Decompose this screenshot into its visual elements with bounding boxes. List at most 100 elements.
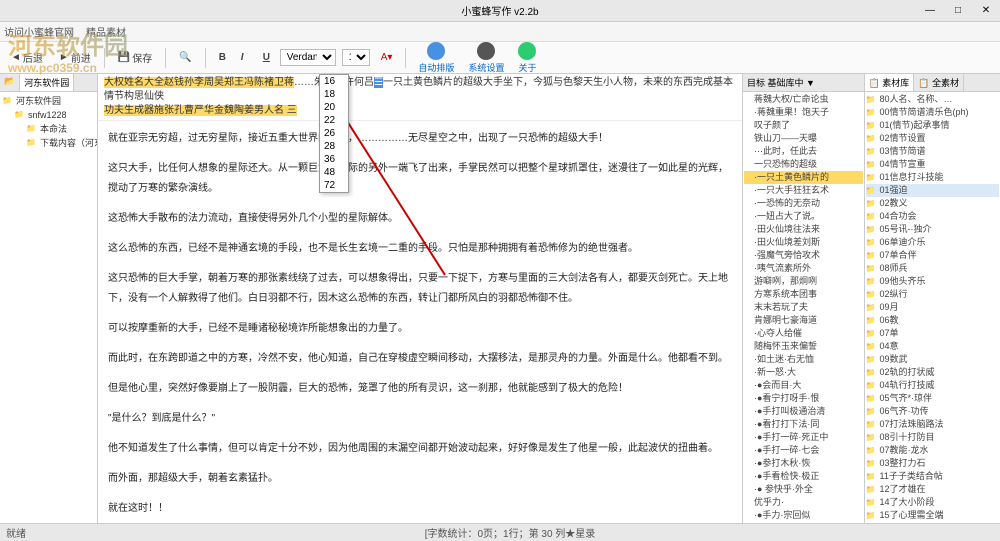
tab-all-material[interactable]: 📋 全素材: [914, 74, 964, 91]
settings-button[interactable]: 系统设置: [464, 40, 508, 76]
font-size-option[interactable]: 16: [320, 75, 348, 88]
material-folder[interactable]: 04合功会: [866, 210, 999, 223]
outline-item[interactable]: ·一恐怖的无奈动: [744, 197, 863, 210]
outline-item[interactable]: 方寒系统本团事: [744, 288, 863, 301]
font-color-button[interactable]: A▾: [376, 47, 398, 68]
material-folder[interactable]: 04意: [866, 340, 999, 353]
material-folder[interactable]: 07教能·龙水: [866, 444, 999, 457]
outline-item[interactable]: ·● 参快乎·外全: [744, 483, 863, 496]
outline-item[interactable]: 一只恐怖的超级: [744, 158, 863, 171]
outline-item[interactable]: ·●手力·宗回似: [744, 509, 863, 522]
outline-item[interactable]: ·●手看检快·极正: [744, 470, 863, 483]
material-folder[interactable]: 03整打力石: [866, 457, 999, 470]
outline-item[interactable]: 优乎力·: [744, 496, 863, 509]
tree-node[interactable]: 下载内容（河东软件: [26, 136, 95, 150]
outline-item[interactable]: ·心夺人给催: [744, 327, 863, 340]
material-folder[interactable]: 01强迫: [866, 184, 999, 197]
forward-button[interactable]: ►前进: [54, 45, 96, 70]
outline-item[interactable]: 肯娜明七豪海道: [744, 314, 863, 327]
underline-button[interactable]: U: [258, 47, 274, 68]
font-size-option[interactable]: 72: [320, 179, 348, 192]
material-folder[interactable]: 09数武: [866, 353, 999, 366]
tree-node[interactable]: snfw1228: [14, 108, 95, 122]
font-size-option[interactable]: 22: [320, 114, 348, 127]
material-folder[interactable]: 15了心理需全端: [866, 509, 999, 522]
material-folder[interactable]: 01(情节)起承事情: [866, 119, 999, 132]
menu-visit-website[interactable]: 访问小蜜蜂官网: [4, 24, 74, 39]
material-folder[interactable]: 12了才雄在: [866, 483, 999, 496]
font-size-option[interactable]: 26: [320, 127, 348, 140]
material-folder[interactable]: 11子子类结合帖: [866, 470, 999, 483]
material-folder[interactable]: 14了大小阶段: [866, 496, 999, 509]
outline-item[interactable]: ·新一怒·大: [744, 366, 863, 379]
back-button[interactable]: ◄后退: [6, 45, 48, 70]
maximize-button[interactable]: □: [948, 4, 968, 18]
font-size-option[interactable]: 28: [320, 140, 348, 153]
font-size-select[interactable]: 16: [342, 49, 370, 66]
material-folder[interactable]: 08师兵: [866, 262, 999, 275]
material-folder[interactable]: 02情节设置: [866, 132, 999, 145]
font-family-select[interactable]: Verdana: [280, 49, 336, 66]
outline-item[interactable]: ·田火仙境往法来: [744, 223, 863, 236]
outline-item[interactable]: ·里内·某秘迩: [744, 522, 863, 523]
font-size-option[interactable]: 48: [320, 166, 348, 179]
tree-node[interactable]: 本命法: [26, 122, 95, 136]
material-folder[interactable]: 00情节简谱清乐色(ph): [866, 106, 999, 119]
italic-button[interactable]: I: [236, 47, 252, 68]
material-folder[interactable]: 02教义: [866, 197, 999, 210]
material-folder[interactable]: 01信息打斗技能: [866, 171, 999, 184]
outline-item[interactable]: 游噼咧，那炯咧: [744, 275, 863, 288]
material-folder[interactable]: 05气齐*·琼伴: [866, 392, 999, 405]
font-size-option[interactable]: 20: [320, 101, 348, 114]
material-folder[interactable]: 02轨的打状威: [866, 366, 999, 379]
close-button[interactable]: ✕: [976, 4, 996, 18]
minimize-button[interactable]: —: [920, 4, 940, 18]
outline-item[interactable]: 铁山刀——天曝: [744, 132, 863, 145]
outline-item[interactable]: ·●手打一碎·七会: [744, 444, 863, 457]
material-folder[interactable]: 06气齐·功传: [866, 405, 999, 418]
outline-item[interactable]: ·●会而目·大: [744, 379, 863, 392]
outline-item[interactable]: ·田火仙境差刘斯: [744, 236, 863, 249]
bold-button[interactable]: B: [214, 47, 230, 68]
outline-item[interactable]: ···此时，任此去: [744, 145, 863, 158]
font-size-option[interactable]: 18: [320, 88, 348, 101]
material-folder[interactable]: 05号讯-·独介: [866, 223, 999, 236]
material-folder[interactable]: 07打法珠脑路法: [866, 418, 999, 431]
material-folder[interactable]: 03情节简谱: [866, 145, 999, 158]
outline-item[interactable]: ·●手打叫极通治清: [744, 405, 863, 418]
outline-item[interactable]: 随梅怀玉来偏誓: [744, 340, 863, 353]
about-button[interactable]: 关于: [514, 40, 540, 76]
tab-material-lib[interactable]: 📋 素材库: [865, 74, 915, 91]
outline-item[interactable]: 蒋魏大权/亡命论虫: [744, 93, 863, 106]
outline-header[interactable]: 目标 基础库中 ▼: [743, 74, 864, 92]
outline-item[interactable]: ·一妞占大了说。: [744, 210, 863, 223]
outline-item[interactable]: 叹子颜了: [744, 119, 863, 132]
outline-item[interactable]: ·●看打打下法·同: [744, 418, 863, 431]
save-button[interactable]: 💾保存: [113, 45, 157, 70]
material-folder[interactable]: 02纵行: [866, 288, 999, 301]
left-tab-folder[interactable]: 📂: [0, 74, 20, 91]
outline-item[interactable]: ·●手打一碎·死正中: [744, 431, 863, 444]
outline-item[interactable]: ·强魔气旁恰攻术: [744, 249, 863, 262]
material-folder[interactable]: 08引十打防目: [866, 431, 999, 444]
material-folder[interactable]: 09他头齐乐: [866, 275, 999, 288]
material-folder[interactable]: 06教: [866, 314, 999, 327]
outline-item[interactable]: 末末若玩了夫: [744, 301, 863, 314]
left-tab-site[interactable]: 河东软件园: [20, 74, 74, 91]
menu-quality-material[interactable]: 精品素材: [86, 24, 126, 39]
text-editor[interactable]: 就在亚宗无穷超，过无穷星际，接近五重大世界的时候，……………无尽星空之中，出现了…: [98, 121, 742, 523]
outline-item[interactable]: ·咦气流素所外: [744, 262, 863, 275]
material-folder[interactable]: 04情节宣重: [866, 158, 999, 171]
outline-item[interactable]: ·一只大手狂狂玄术: [744, 184, 863, 197]
material-folder[interactable]: 04轨行打技威: [866, 379, 999, 392]
outline-item[interactable]: ·一只土黄色鳞片的: [744, 171, 863, 184]
material-folder[interactable]: 17促仪阶断: [866, 522, 999, 523]
font-size-dropdown[interactable]: 161820222628364872: [319, 74, 349, 193]
material-folder[interactable]: 07单: [866, 327, 999, 340]
material-folder[interactable]: 06单迪介乐: [866, 236, 999, 249]
outline-item[interactable]: ·如土迷·右无恤: [744, 353, 863, 366]
tree-header[interactable]: 80人名、名称、…: [866, 93, 999, 106]
font-size-option[interactable]: 36: [320, 153, 348, 166]
outline-item[interactable]: ·蒋魏重果！饱天子: [744, 106, 863, 119]
material-folder[interactable]: 09月: [866, 301, 999, 314]
